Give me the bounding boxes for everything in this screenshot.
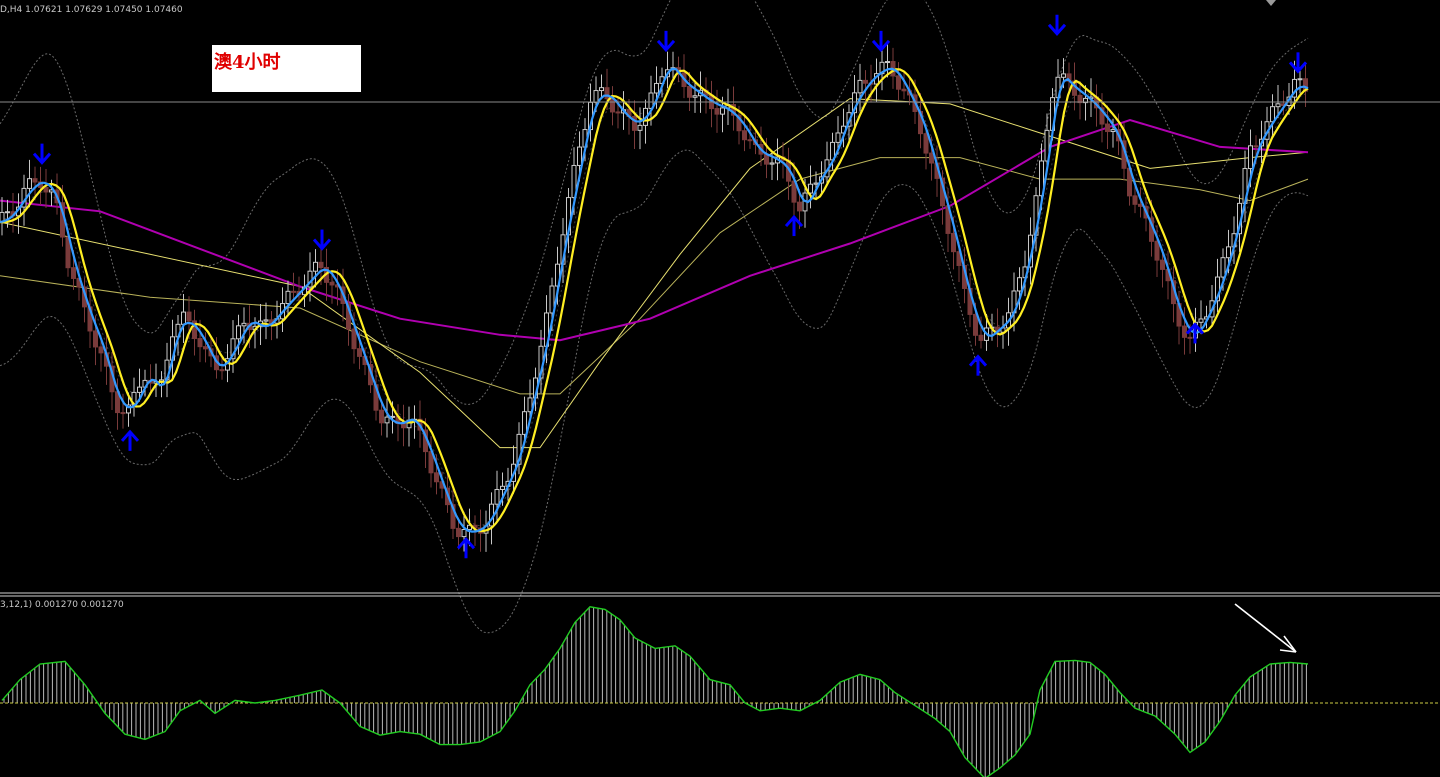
candle-body xyxy=(236,325,241,340)
candle-body xyxy=(313,261,318,272)
price-chart[interactable] xyxy=(0,0,1440,777)
candle-body xyxy=(197,338,203,348)
candle-body xyxy=(71,267,76,279)
candle-body xyxy=(93,330,98,348)
candle-body xyxy=(1187,336,1193,339)
candle-body xyxy=(263,319,269,322)
candle-body xyxy=(1110,129,1116,133)
candle-body xyxy=(1220,257,1226,278)
candle-body xyxy=(885,61,890,64)
candle-body xyxy=(747,139,753,142)
candle-body xyxy=(654,82,659,94)
candle-body xyxy=(98,346,104,354)
candle-body xyxy=(610,98,615,113)
candle-body xyxy=(901,88,907,92)
candle-body xyxy=(973,313,978,336)
candle-body xyxy=(500,485,505,491)
candle-body xyxy=(285,290,291,305)
candle-body xyxy=(896,75,901,90)
candle-body xyxy=(720,107,725,115)
candle-body xyxy=(456,527,461,538)
candle-body xyxy=(797,201,802,212)
candle-body xyxy=(1253,145,1259,148)
candle-body xyxy=(599,87,604,92)
candle-body xyxy=(1198,318,1204,323)
candle-body xyxy=(494,489,500,505)
candle-body xyxy=(219,369,225,372)
candle-body xyxy=(1248,145,1253,170)
candle-body xyxy=(1160,259,1165,270)
candle-body xyxy=(1154,240,1160,261)
candle-body xyxy=(978,334,984,341)
candle-body xyxy=(379,409,384,424)
candle-body xyxy=(769,162,775,165)
candle-body xyxy=(137,386,142,393)
candle-body xyxy=(1017,277,1022,292)
candle-body xyxy=(1297,78,1303,81)
candle-body xyxy=(604,87,610,100)
symbol-info-label: D,H4 1.07621 1.07629 1.07450 1.07460 xyxy=(0,5,183,15)
candle-body xyxy=(5,211,10,214)
title-text: 澳4小时 xyxy=(214,52,281,73)
candle-body xyxy=(577,146,582,166)
candle-body xyxy=(318,261,324,268)
candle-body xyxy=(951,232,956,253)
candle-body xyxy=(291,290,296,293)
candle-body xyxy=(615,111,621,114)
candle-body xyxy=(687,86,692,98)
title-annotation[interactable]: 澳4小时 xyxy=(212,45,361,92)
candle-body xyxy=(1270,106,1275,123)
oscillator-info-label: 3,12,1) 0.001270 0.001270 xyxy=(0,600,124,610)
candle-body xyxy=(181,311,186,325)
candle-body xyxy=(32,178,38,183)
candle-body xyxy=(1061,73,1066,78)
candle-body xyxy=(923,133,929,154)
candle-body xyxy=(120,412,126,415)
candle-body xyxy=(863,79,868,84)
candle-body xyxy=(43,186,49,193)
candle-body xyxy=(351,328,357,350)
candle-body xyxy=(593,90,599,103)
candle-body xyxy=(27,178,32,189)
candle-body xyxy=(1275,103,1281,108)
candle-body xyxy=(1132,195,1138,205)
candle-body xyxy=(461,529,467,538)
candle-body xyxy=(692,95,698,98)
candle-body xyxy=(1105,123,1110,133)
candle-body xyxy=(241,322,247,327)
candle-body xyxy=(929,152,934,164)
candle-body xyxy=(714,108,720,115)
candle-body xyxy=(329,281,335,286)
candle-body xyxy=(742,130,747,141)
candle-body xyxy=(186,311,192,322)
candle-body xyxy=(808,183,813,194)
candle-body xyxy=(637,124,643,131)
candle-body xyxy=(203,346,208,350)
candle-body xyxy=(1226,246,1231,259)
candle-body xyxy=(434,472,439,483)
candle-body xyxy=(857,79,863,94)
candle-body xyxy=(813,182,819,185)
candle-body xyxy=(522,411,527,435)
candle-body xyxy=(835,132,841,143)
chart-background xyxy=(0,0,1440,777)
candle-body xyxy=(384,416,390,424)
candle-body xyxy=(1182,325,1187,338)
candle-body xyxy=(357,348,362,357)
